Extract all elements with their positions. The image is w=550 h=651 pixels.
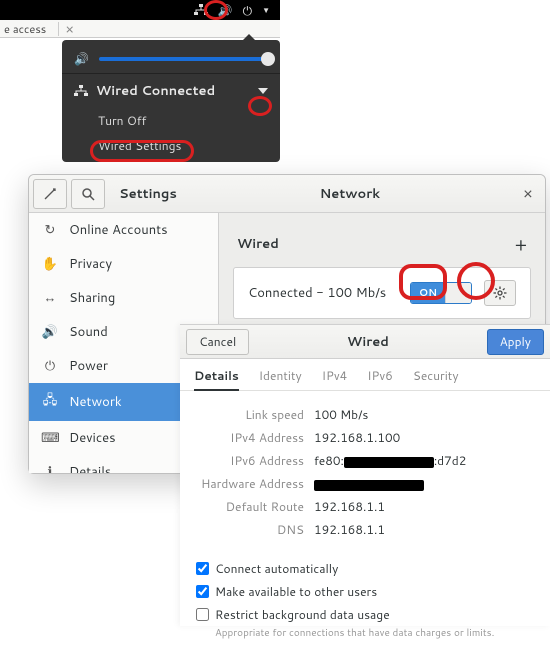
sharing-icon: ↔: [41, 289, 59, 307]
dialog-tabs: Details Identity IPv4 IPv6 Security: [180, 359, 550, 391]
all-users-checkbox[interactable]: [196, 585, 209, 598]
volume-icon: 🔊: [74, 50, 89, 67]
tab-ipv4[interactable]: IPv4: [322, 367, 348, 384]
dialog-headerbar: Cancel Wired Apply: [180, 325, 550, 359]
toggle-on-label: ON: [411, 283, 445, 303]
volume-icon[interactable]: 🔊: [218, 2, 233, 19]
sidebar-item-label: Sharing: [69, 289, 115, 307]
search-button[interactable]: [71, 179, 105, 209]
tab-details[interactable]: Details: [194, 367, 239, 391]
gear-icon: [493, 286, 507, 300]
tab-label: e access: [4, 21, 46, 37]
connection-options: Connect automatically Make available to …: [180, 549, 550, 651]
power-icon[interactable]: ⏻: [243, 2, 253, 19]
restrict-sub: Appropriate for connections that have da…: [215, 626, 494, 640]
prefs-button[interactable]: [33, 179, 67, 209]
connection-toggle[interactable]: ON: [410, 282, 472, 304]
cancel-button[interactable]: Cancel: [186, 329, 249, 355]
hw-value: [314, 475, 424, 492]
hw-label: Hardware Address: [194, 475, 314, 492]
wired-connected-row[interactable]: Wired Connected: [62, 74, 280, 108]
apply-button[interactable]: Apply: [487, 329, 544, 355]
chevron-down-icon[interactable]: [258, 88, 268, 94]
wired-status: Connected - 100 Mb/s: [248, 284, 398, 302]
connection-details-dialog: Cancel Wired Apply Details Identity IPv4…: [180, 324, 550, 626]
network-icon: 🖧: [41, 391, 59, 413]
all-users-label: Make available to other users: [215, 583, 377, 600]
volume-slider-row: 🔊: [62, 44, 280, 74]
sidebar-item-label: Devices: [69, 429, 116, 447]
sidebar-item-label: Sound: [69, 323, 108, 341]
details-icon: ℹ: [41, 463, 59, 473]
dns-value: 192.168.1.1: [314, 521, 385, 538]
tab-ipv6[interactable]: IPv6: [367, 367, 393, 384]
browser-tab-strip: e access ×: [0, 20, 280, 38]
volume-slider-thumb[interactable]: [261, 52, 275, 66]
connect-auto-checkbox[interactable]: [196, 562, 209, 575]
wired-connected-label: Wired Connected: [96, 82, 215, 100]
privacy-icon: ✋: [41, 255, 59, 273]
section-heading: Wired: [237, 235, 279, 253]
connect-auto-label: Connect automatically: [215, 560, 338, 577]
restrict-label: Restrict background data usage: [215, 606, 390, 623]
dialog-title: Wired: [249, 333, 486, 351]
ipv4-label: IPv4 Address: [194, 429, 314, 446]
link-speed-value: 100 Mb/s: [314, 406, 368, 423]
sidebar-item-privacy[interactable]: ✋ Privacy: [29, 247, 218, 281]
ipv4-value: 192.168.1.100: [314, 429, 400, 446]
sidebar-item-label: Privacy: [69, 255, 112, 273]
tab-identity[interactable]: Identity: [259, 367, 302, 384]
wired-settings-item[interactable]: Wired Settings: [62, 133, 280, 158]
connection-settings-button[interactable]: [484, 280, 516, 306]
devices-icon: ⌨: [41, 429, 59, 447]
default-route-label: Default Route: [194, 498, 314, 515]
sidebar-item-sharing[interactable]: ↔ Sharing: [29, 281, 218, 315]
settings-headerbar: Settings Network ×: [29, 175, 545, 213]
online-accounts-icon: ↻: [41, 221, 59, 239]
sound-icon: 🔊: [41, 323, 59, 341]
details-table: Link speed 100 Mb/s IPv4 Address 192.168…: [180, 391, 550, 549]
settings-title: Settings: [107, 185, 189, 203]
sidebar-item-label: Power: [69, 357, 108, 375]
sidebar-item-label: Details: [69, 463, 111, 473]
tab-security[interactable]: Security: [413, 367, 459, 384]
volume-slider[interactable]: [99, 57, 268, 61]
restrict-checkbox[interactable]: [196, 608, 209, 621]
sidebar-item-label: Online Accounts: [69, 221, 168, 239]
connect-auto-row[interactable]: Connect automatically: [196, 557, 534, 580]
sidebar-item-online-accounts[interactable]: ↻ Online Accounts: [29, 213, 218, 247]
system-tray-menu: 🔊 Wired Connected Turn Off Wired Setting…: [62, 40, 280, 162]
restrict-row[interactable]: Restrict background data usage Appropria…: [196, 603, 534, 643]
ipv6-label: IPv6 Address: [194, 452, 314, 469]
network-icon[interactable]: [194, 4, 208, 16]
dns-label: DNS: [194, 521, 314, 538]
power-icon: ⏻: [41, 357, 59, 375]
tab-close-icon[interactable]: ×: [65, 19, 74, 39]
wired-connection-card: Connected - 100 Mb/s ON: [233, 267, 531, 319]
default-route-value: 192.168.1.1: [314, 498, 385, 515]
close-button[interactable]: ×: [511, 182, 545, 205]
turn-off-item[interactable]: Turn Off: [62, 108, 280, 133]
add-connection-button[interactable]: +: [515, 231, 527, 257]
network-wired-icon: [74, 85, 88, 97]
toggle-knob: [445, 283, 471, 303]
all-users-row[interactable]: Make available to other users: [196, 580, 534, 603]
panel-title: Network: [189, 185, 511, 203]
ipv6-value: fe80::d7d2: [314, 452, 466, 469]
top-panel: 🔊 ⏻ ▼: [0, 0, 280, 20]
chevron-down-icon[interactable]: ▼: [262, 4, 270, 16]
sidebar-item-label: Network: [69, 393, 122, 411]
link-speed-label: Link speed: [194, 406, 314, 423]
